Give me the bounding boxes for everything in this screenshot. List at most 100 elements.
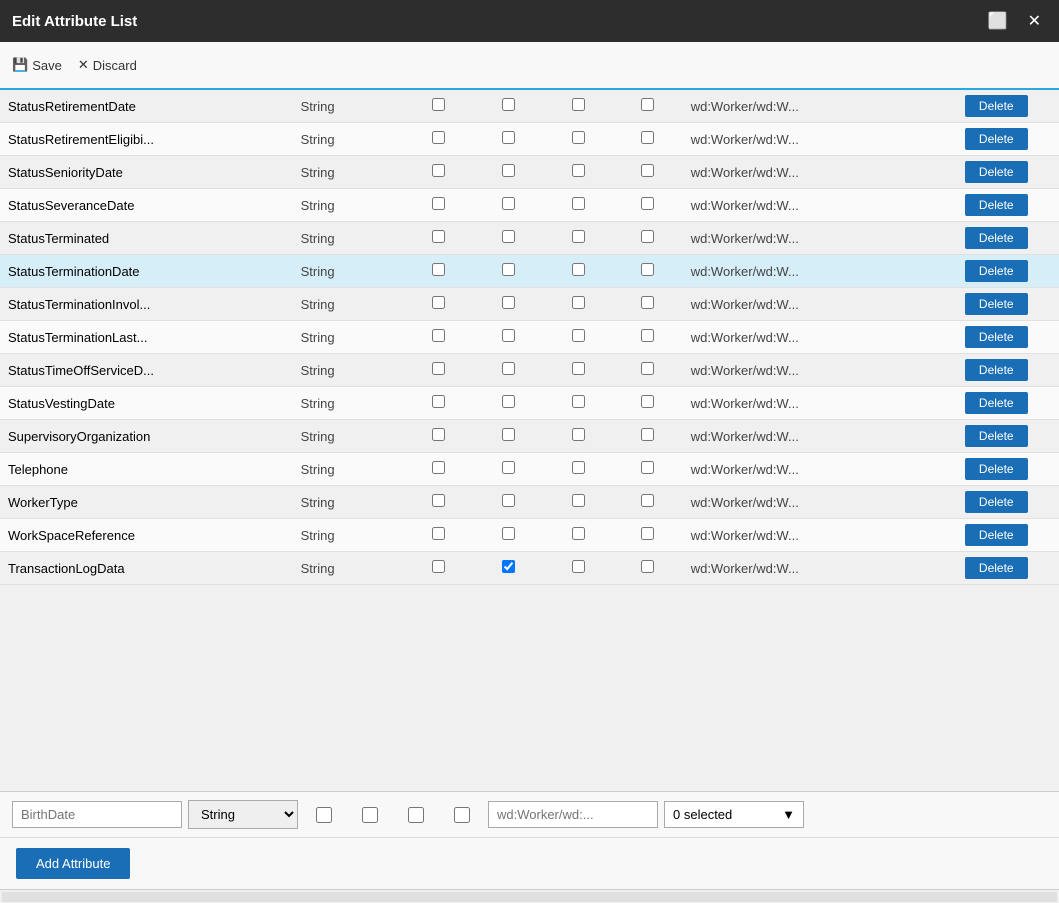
cell-cb1[interactable] [404, 453, 474, 486]
add-attribute-button[interactable]: Add Attribute [16, 848, 130, 879]
cell-cb2[interactable] [474, 486, 544, 519]
checkbox-cb3[interactable] [572, 230, 585, 243]
cell-cb4[interactable] [613, 552, 683, 585]
cell-cb2[interactable] [474, 420, 544, 453]
checkbox-cb4[interactable] [641, 131, 654, 144]
checkbox-cb4[interactable] [641, 461, 654, 474]
cell-delete[interactable]: Delete [934, 552, 1059, 585]
delete-button[interactable]: Delete [965, 326, 1028, 348]
cell-cb1[interactable] [404, 387, 474, 420]
cell-cb3[interactable] [543, 255, 613, 288]
maximize-button[interactable]: ⬜ [982, 9, 1014, 33]
cell-cb2[interactable] [474, 552, 544, 585]
cell-cb3[interactable] [543, 189, 613, 222]
checkbox-cb3[interactable] [572, 98, 585, 111]
checkbox-cb4[interactable] [641, 395, 654, 408]
delete-button[interactable]: Delete [965, 260, 1028, 282]
delete-button[interactable]: Delete [965, 524, 1028, 546]
cell-cb3[interactable] [543, 222, 613, 255]
checkbox-cb3[interactable] [572, 428, 585, 441]
checkbox-cb1[interactable] [432, 329, 445, 342]
checkbox-cb4[interactable] [641, 362, 654, 375]
cell-cb3[interactable] [543, 420, 613, 453]
cell-cb1[interactable] [404, 519, 474, 552]
cell-delete[interactable]: Delete [934, 519, 1059, 552]
cell-cb2[interactable] [474, 354, 544, 387]
checkbox-cb2[interactable] [502, 395, 515, 408]
new-cb3[interactable] [408, 807, 424, 823]
checkbox-cb3[interactable] [572, 329, 585, 342]
checkbox-cb2[interactable] [502, 362, 515, 375]
checkbox-cb1[interactable] [432, 494, 445, 507]
cell-delete[interactable]: Delete [934, 90, 1059, 123]
checkbox-cb3[interactable] [572, 362, 585, 375]
cell-cb3[interactable] [543, 552, 613, 585]
checkbox-cb4[interactable] [641, 230, 654, 243]
checkbox-cb4[interactable] [641, 263, 654, 276]
checkbox-cb2[interactable] [502, 164, 515, 177]
cell-cb1[interactable] [404, 552, 474, 585]
cell-cb4[interactable] [613, 354, 683, 387]
cell-cb2[interactable] [474, 156, 544, 189]
cell-cb2[interactable] [474, 189, 544, 222]
cell-cb1[interactable] [404, 420, 474, 453]
checkbox-cb3[interactable] [572, 263, 585, 276]
new-name-input[interactable] [12, 801, 182, 828]
checkbox-cb2[interactable] [502, 494, 515, 507]
checkbox-cb2[interactable] [502, 296, 515, 309]
cell-cb4[interactable] [613, 123, 683, 156]
delete-button[interactable]: Delete [965, 425, 1028, 447]
cell-cb1[interactable] [404, 156, 474, 189]
cell-cb1[interactable] [404, 288, 474, 321]
checkbox-cb3[interactable] [572, 527, 585, 540]
cell-delete[interactable]: Delete [934, 288, 1059, 321]
checkbox-cb1[interactable] [432, 428, 445, 441]
delete-button[interactable]: Delete [965, 458, 1028, 480]
checkbox-cb4[interactable] [641, 98, 654, 111]
checkbox-cb1[interactable] [432, 560, 445, 573]
new-type-select[interactable]: StringIntegerBooleanDateFloat [188, 800, 298, 829]
cell-delete[interactable]: Delete [934, 387, 1059, 420]
cell-delete[interactable]: Delete [934, 321, 1059, 354]
checkbox-cb4[interactable] [641, 428, 654, 441]
cell-cb4[interactable] [613, 288, 683, 321]
checkbox-cb3[interactable] [572, 197, 585, 210]
checkbox-cb1[interactable] [432, 461, 445, 474]
close-button[interactable]: ✕ [1022, 9, 1047, 33]
checkbox-cb1[interactable] [432, 362, 445, 375]
checkbox-cb2[interactable] [502, 230, 515, 243]
checkbox-cb2[interactable] [502, 131, 515, 144]
checkbox-cb1[interactable] [432, 131, 445, 144]
cell-cb2[interactable] [474, 90, 544, 123]
cell-cb4[interactable] [613, 387, 683, 420]
checkbox-cb3[interactable] [572, 461, 585, 474]
cell-cb1[interactable] [404, 222, 474, 255]
checkbox-cb2[interactable] [502, 197, 515, 210]
checkbox-cb1[interactable] [432, 164, 445, 177]
cell-cb3[interactable] [543, 90, 613, 123]
cell-cb3[interactable] [543, 387, 613, 420]
checkbox-cb1[interactable] [432, 395, 445, 408]
checkbox-cb4[interactable] [641, 560, 654, 573]
cell-delete[interactable]: Delete [934, 453, 1059, 486]
delete-button[interactable]: Delete [965, 491, 1028, 513]
cell-cb4[interactable] [613, 453, 683, 486]
checkbox-cb4[interactable] [641, 197, 654, 210]
checkbox-cb4[interactable] [641, 527, 654, 540]
cell-cb2[interactable] [474, 222, 544, 255]
new-cb4[interactable] [454, 807, 470, 823]
cell-cb4[interactable] [613, 519, 683, 552]
checkbox-cb3[interactable] [572, 560, 585, 573]
cell-delete[interactable]: Delete [934, 222, 1059, 255]
delete-button[interactable]: Delete [965, 161, 1028, 183]
cell-cb3[interactable] [543, 453, 613, 486]
checkbox-cb4[interactable] [641, 494, 654, 507]
checkbox-cb3[interactable] [572, 131, 585, 144]
cell-cb4[interactable] [613, 189, 683, 222]
checkbox-cb2[interactable] [502, 329, 515, 342]
cell-delete[interactable]: Delete [934, 255, 1059, 288]
cell-cb4[interactable] [613, 486, 683, 519]
cell-cb3[interactable] [543, 288, 613, 321]
cell-cb2[interactable] [474, 123, 544, 156]
delete-button[interactable]: Delete [965, 293, 1028, 315]
